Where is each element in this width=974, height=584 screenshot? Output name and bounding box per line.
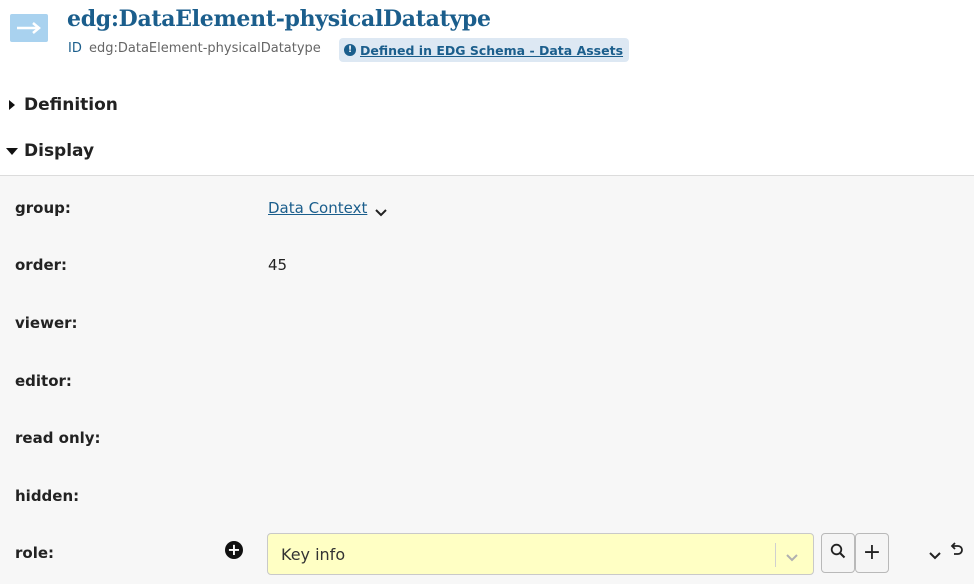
order-value: 45 xyxy=(268,256,288,274)
id-label: ID xyxy=(68,41,82,56)
property-row-viewer: viewer: xyxy=(0,302,974,342)
select-separator xyxy=(775,543,776,567)
role-label: role: xyxy=(15,544,55,562)
search-icon xyxy=(830,543,846,563)
display-panel: group: Data Context order: 45 viewer: ed… xyxy=(0,175,974,584)
section-display-toggle[interactable]: Display xyxy=(0,136,974,166)
role-select[interactable]: Key info xyxy=(267,533,814,575)
defined-in-link[interactable]: ! Defined in EDG Schema - Data Assets xyxy=(339,38,630,62)
read-only-label: read only: xyxy=(15,429,101,447)
section-display-label: Display xyxy=(24,141,95,161)
property-row-read-only: read only: xyxy=(0,417,974,457)
search-button[interactable] xyxy=(821,533,855,573)
chevron-down-icon[interactable] xyxy=(928,546,942,565)
chevron-down-icon[interactable] xyxy=(785,548,799,567)
property-row-group: group: Data Context xyxy=(0,187,974,227)
group-label: group: xyxy=(15,199,71,217)
order-label: order: xyxy=(15,256,68,274)
editor-label: editor: xyxy=(15,372,72,390)
viewer-label: viewer: xyxy=(15,314,78,332)
arrow-right-icon xyxy=(10,14,48,42)
defined-in-text: Defined in EDG Schema - Data Assets xyxy=(360,42,624,58)
add-value-icon[interactable]: + xyxy=(225,541,243,559)
property-row-order: order: 45 xyxy=(0,244,974,284)
section-definition-label: Definition xyxy=(24,95,118,115)
caret-down-icon xyxy=(0,146,24,156)
resource-header: edg:DataElement-physicalDatatype ID edg:… xyxy=(0,0,974,82)
plus-icon: + xyxy=(862,540,882,565)
role-selected-value: Key info xyxy=(281,545,346,564)
section-definition-toggle[interactable]: Definition xyxy=(0,90,974,120)
page-title: edg:DataElement-physicalDatatype xyxy=(67,6,491,32)
undo-icon[interactable] xyxy=(948,542,964,562)
info-icon: ! xyxy=(344,44,356,56)
chevron-down-icon[interactable] xyxy=(374,203,388,222)
hidden-label: hidden: xyxy=(15,487,80,505)
caret-right-icon xyxy=(0,99,24,111)
id-value: edg:DataElement-physicalDatatype xyxy=(89,41,321,56)
property-row-editor: editor: xyxy=(0,360,974,400)
create-new-button[interactable]: + xyxy=(855,533,889,573)
group-value-link[interactable]: Data Context xyxy=(268,199,367,217)
property-row-hidden: hidden: xyxy=(0,475,974,515)
